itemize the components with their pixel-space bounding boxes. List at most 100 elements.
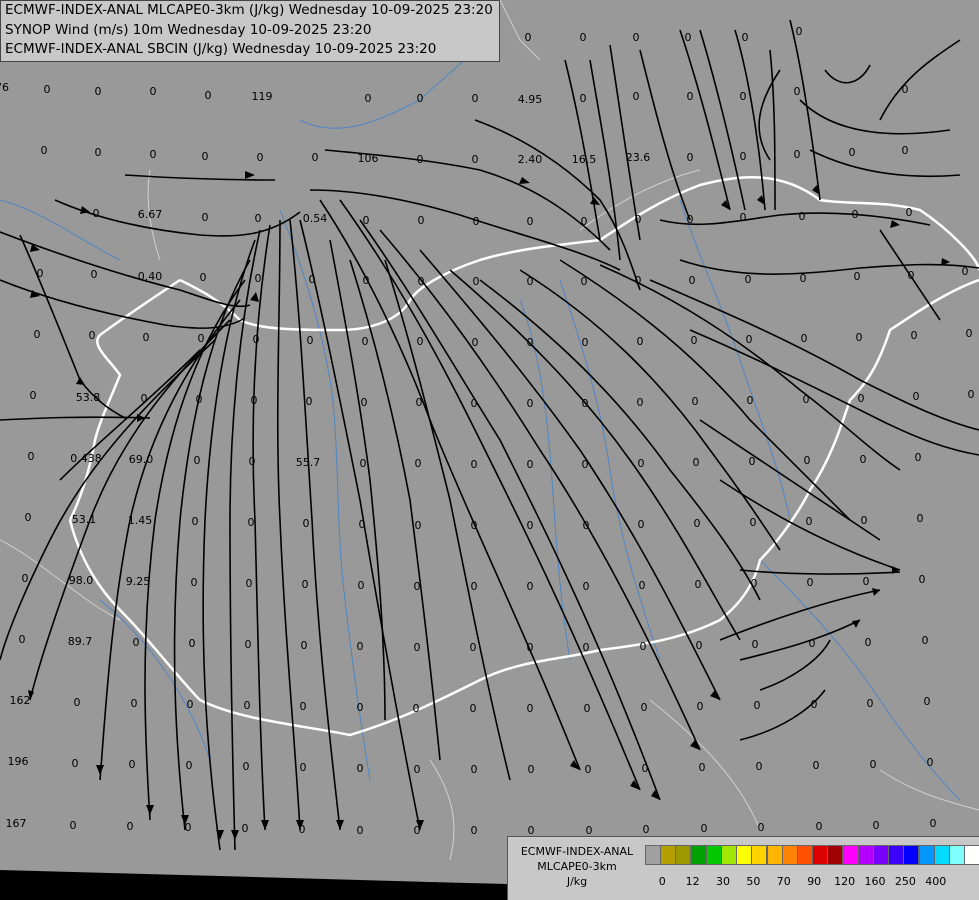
station-value: 0 xyxy=(143,331,150,344)
station-value: 0.54 xyxy=(303,212,328,225)
station-value: 0 xyxy=(922,634,929,647)
station-value: 0 xyxy=(357,701,364,714)
station-value: 0 xyxy=(361,396,368,409)
station-value: 0 xyxy=(303,517,310,530)
legend-swatch xyxy=(918,845,935,865)
station-value: 0 xyxy=(129,758,136,771)
station-value: 0 xyxy=(637,335,644,348)
station-value: 0 xyxy=(906,206,913,219)
station-value: 0 xyxy=(740,211,747,224)
station-value: 0 xyxy=(752,638,759,651)
station-value: 0 xyxy=(863,575,870,588)
legend-swatch xyxy=(888,845,905,865)
header-line-sbcin: ECMWF-INDEX-ANAL SBCIN (J/kg) Wednesday … xyxy=(5,41,437,57)
legend-swatch xyxy=(660,845,677,865)
station-value: 0 xyxy=(418,275,425,288)
station-value: 6.67 xyxy=(138,208,163,221)
station-value: 0 xyxy=(471,519,478,532)
station-value: 0 xyxy=(580,31,587,44)
station-value: 0 xyxy=(89,329,96,342)
station-value: 9.25 xyxy=(126,575,151,588)
station-value: 0 xyxy=(37,267,44,280)
station-value: 0 xyxy=(365,92,372,105)
station-value: 0 xyxy=(189,637,196,650)
station-value: 0 xyxy=(633,90,640,103)
station-value: 0 xyxy=(693,456,700,469)
station-value: 0 xyxy=(473,275,480,288)
legend-tick-label: 70 xyxy=(776,875,791,888)
legend-swatch xyxy=(751,845,768,865)
legend-title: ECMWF-INDEX-ANAL MLCAPE0-3km J/kg xyxy=(510,844,644,889)
station-value: 0 xyxy=(472,92,479,105)
station-value: 0 xyxy=(527,702,534,715)
legend-swatch xyxy=(797,845,813,865)
station-value: 0 xyxy=(816,820,823,833)
legend-title-field: MLCAPE0-3km xyxy=(537,860,617,873)
station-value: 0 xyxy=(248,516,255,529)
station-value: 0 xyxy=(93,207,100,220)
station-value: 0 xyxy=(902,144,909,157)
station-value: 0 xyxy=(300,761,307,774)
station-value: 0 xyxy=(804,454,811,467)
station-value: 0 xyxy=(192,515,199,528)
legend-tick-label: 120 xyxy=(834,875,856,888)
station-value: 0 xyxy=(131,697,138,710)
legend-swatch xyxy=(645,845,661,865)
station-value: 0 xyxy=(196,393,203,406)
station-value: 1.45 xyxy=(128,514,153,527)
station-value: 0 xyxy=(249,455,256,468)
station-value: 0 xyxy=(141,392,148,405)
legend-swatch xyxy=(736,845,753,865)
station-value: 0 xyxy=(811,698,818,711)
station-value: 0 xyxy=(527,275,534,288)
station-value: 0 xyxy=(641,701,648,714)
station-value: 0 xyxy=(200,271,207,284)
station-value: 0 xyxy=(801,332,808,345)
station-value: 0 xyxy=(417,153,424,166)
station-value: 0 xyxy=(528,763,535,776)
station-value: 119 xyxy=(252,90,273,103)
station-value: 0 xyxy=(638,457,645,470)
station-value: 0 xyxy=(312,151,319,164)
station-value: 89.7 xyxy=(68,635,93,648)
station-value: 0 xyxy=(692,395,699,408)
station-value: 0 xyxy=(911,329,918,342)
station-value: 76 xyxy=(0,81,9,94)
station-value: 0 xyxy=(72,757,79,770)
station-value: 0 xyxy=(244,699,251,712)
station-value: 0 xyxy=(34,328,41,341)
station-value: 98.0 xyxy=(69,574,94,587)
station-value: 0 xyxy=(849,146,856,159)
legend-swatch xyxy=(781,845,798,865)
station-value: 0 xyxy=(357,762,364,775)
station-value: 0 xyxy=(637,396,644,409)
station-value: 0 xyxy=(299,823,306,836)
station-value: 0 xyxy=(583,580,590,593)
station-value: 0 xyxy=(689,274,696,287)
station-value: 0 xyxy=(813,759,820,772)
station-value: 0 xyxy=(919,573,926,586)
legend-tick-label: 160 xyxy=(864,875,886,888)
station-value: 0 xyxy=(924,695,931,708)
station-value: 0 xyxy=(527,336,534,349)
station-value: 0 xyxy=(583,519,590,532)
station-value: 0 xyxy=(635,213,642,226)
station-value: 0 xyxy=(95,85,102,98)
station-value: 0 xyxy=(359,518,366,531)
station-value: 0 xyxy=(754,699,761,712)
station-value: 0 xyxy=(749,455,756,468)
station-value: 0 xyxy=(357,824,364,837)
station-value: 0 xyxy=(127,820,134,833)
station-value: 0 xyxy=(750,516,757,529)
station-value: 0 xyxy=(525,31,532,44)
station-value: 0 xyxy=(803,393,810,406)
station-value: 0 xyxy=(930,817,937,830)
station-value: 0 xyxy=(687,151,694,164)
legend-tick-label: 0 xyxy=(658,875,666,888)
station-value: 0 xyxy=(360,457,367,470)
legend-swatch xyxy=(933,845,950,865)
legend-title-source: ECMWF-INDEX-ANAL xyxy=(520,845,634,858)
station-value: 0 xyxy=(701,822,708,835)
station-value: 0 xyxy=(582,336,589,349)
legend-swatch xyxy=(705,845,722,865)
